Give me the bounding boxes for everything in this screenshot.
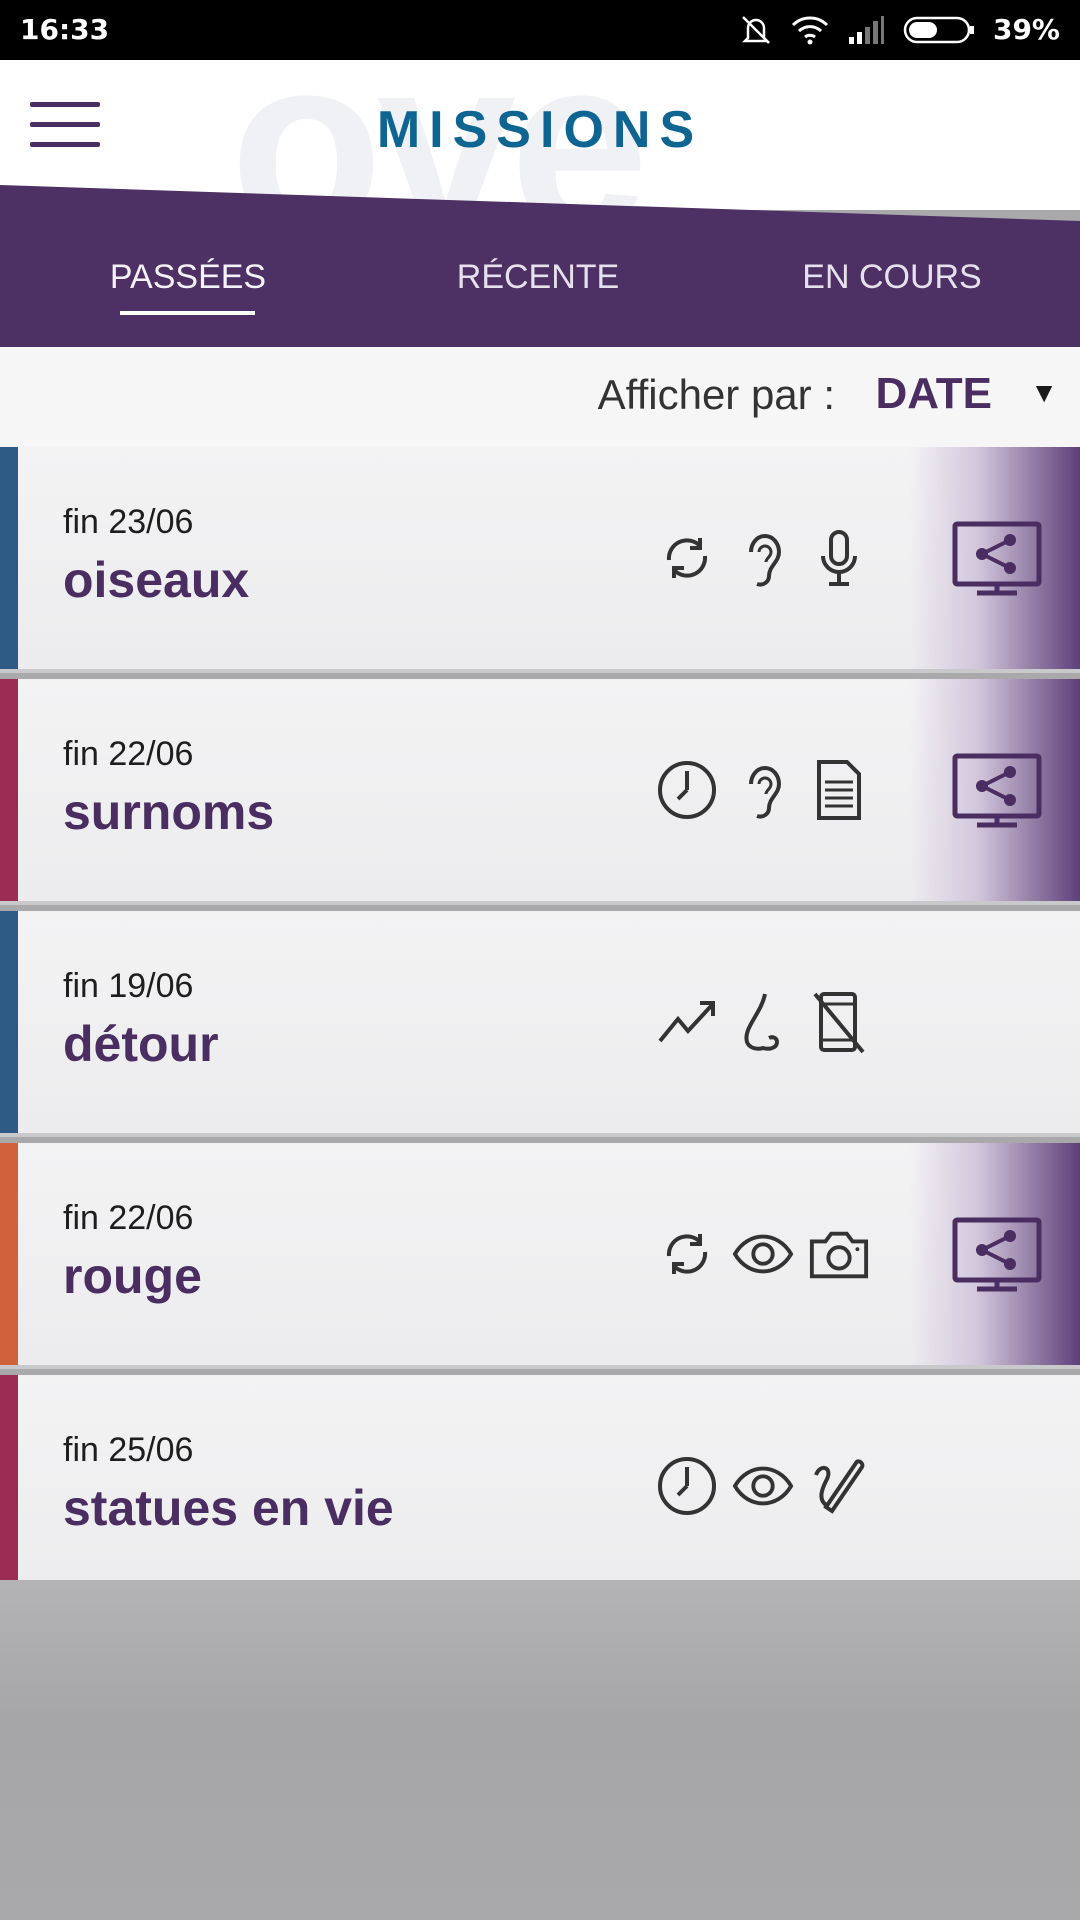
mission-card[interactable]: fin 22/06 surnoms bbox=[0, 679, 1080, 905]
mission-title: rouge bbox=[63, 1248, 202, 1304]
sort-bar: Afficher par : DATE ▼ bbox=[0, 347, 1080, 447]
clock-icon bbox=[656, 757, 718, 823]
tab-passees[interactable]: PASSÉES bbox=[38, 258, 338, 297]
mission-card[interactable]: fin 19/06 détour bbox=[0, 911, 1080, 1137]
active-tab-indicator bbox=[120, 311, 255, 315]
document-icon bbox=[808, 757, 870, 823]
dropdown-arrow-icon[interactable]: ▼ bbox=[1030, 377, 1058, 409]
tab-recente[interactable]: RÉCENTE bbox=[388, 258, 688, 297]
mission-color-stripe bbox=[0, 679, 18, 901]
mission-color-stripe bbox=[0, 447, 18, 669]
signal-icon bbox=[847, 15, 885, 45]
mission-title: détour bbox=[63, 1016, 219, 1072]
wifi-icon bbox=[791, 15, 829, 45]
mission-icons bbox=[656, 525, 870, 591]
silent-icon bbox=[739, 14, 773, 46]
battery-percent: 39% bbox=[992, 13, 1060, 46]
mission-color-stripe bbox=[0, 1375, 18, 1597]
app-header: ove MISSIONS bbox=[0, 60, 1080, 210]
mission-icons bbox=[656, 757, 870, 823]
mission-icons bbox=[656, 1221, 870, 1287]
status-time: 16:33 bbox=[20, 13, 110, 46]
page-title: MISSIONS bbox=[376, 101, 704, 159]
ear-icon bbox=[732, 525, 794, 591]
mission-card[interactable]: fin 22/06 rouge bbox=[0, 1143, 1080, 1369]
status-bar: 16:33 39% bbox=[0, 0, 1080, 60]
sort-select[interactable]: DATE bbox=[875, 369, 992, 419]
share-screen-icon[interactable] bbox=[952, 1217, 1042, 1295]
tab-en-cours[interactable]: EN COURS bbox=[742, 258, 1042, 297]
battery-icon bbox=[903, 15, 975, 45]
mission-list: fin 23/06 oiseaux fin 22/06 surnoms fin 19/0… bbox=[0, 447, 1080, 1607]
sort-label: Afficher par : bbox=[597, 371, 835, 418]
mission-date: fin 23/06 bbox=[63, 503, 194, 541]
mission-title: oiseaux bbox=[63, 552, 250, 608]
eye-icon bbox=[732, 1453, 794, 1519]
refresh-icon bbox=[656, 525, 718, 591]
mission-date: fin 22/06 bbox=[63, 1199, 194, 1237]
mission-date: fin 19/06 bbox=[63, 967, 194, 1005]
mission-icons bbox=[656, 1453, 870, 1519]
mission-title: surnoms bbox=[63, 784, 275, 840]
microphone-icon bbox=[808, 525, 870, 591]
share-screen-icon[interactable] bbox=[952, 753, 1042, 831]
share-screen-icon[interactable] bbox=[952, 521, 1042, 599]
camera-icon bbox=[808, 1221, 870, 1287]
mission-color-stripe bbox=[0, 1143, 18, 1365]
mission-icons bbox=[656, 989, 870, 1055]
pencil-icon bbox=[808, 1453, 870, 1519]
ear-icon bbox=[732, 757, 794, 823]
mission-card[interactable]: fin 23/06 oiseaux bbox=[0, 447, 1080, 673]
no-phone-icon bbox=[808, 989, 870, 1055]
mission-date: fin 25/06 bbox=[63, 1431, 194, 1469]
clock-icon bbox=[656, 1453, 718, 1519]
mission-card[interactable]: fin 25/06 statues en vie bbox=[0, 1375, 1080, 1601]
background-photo bbox=[0, 1580, 1080, 1920]
nose-icon bbox=[732, 989, 794, 1055]
mission-date: fin 22/06 bbox=[63, 735, 194, 773]
mission-title: statues en vie bbox=[63, 1480, 394, 1536]
eye-icon bbox=[732, 1221, 794, 1287]
refresh-icon bbox=[656, 1221, 718, 1287]
trend-icon bbox=[656, 989, 718, 1055]
mission-color-stripe bbox=[0, 911, 18, 1133]
